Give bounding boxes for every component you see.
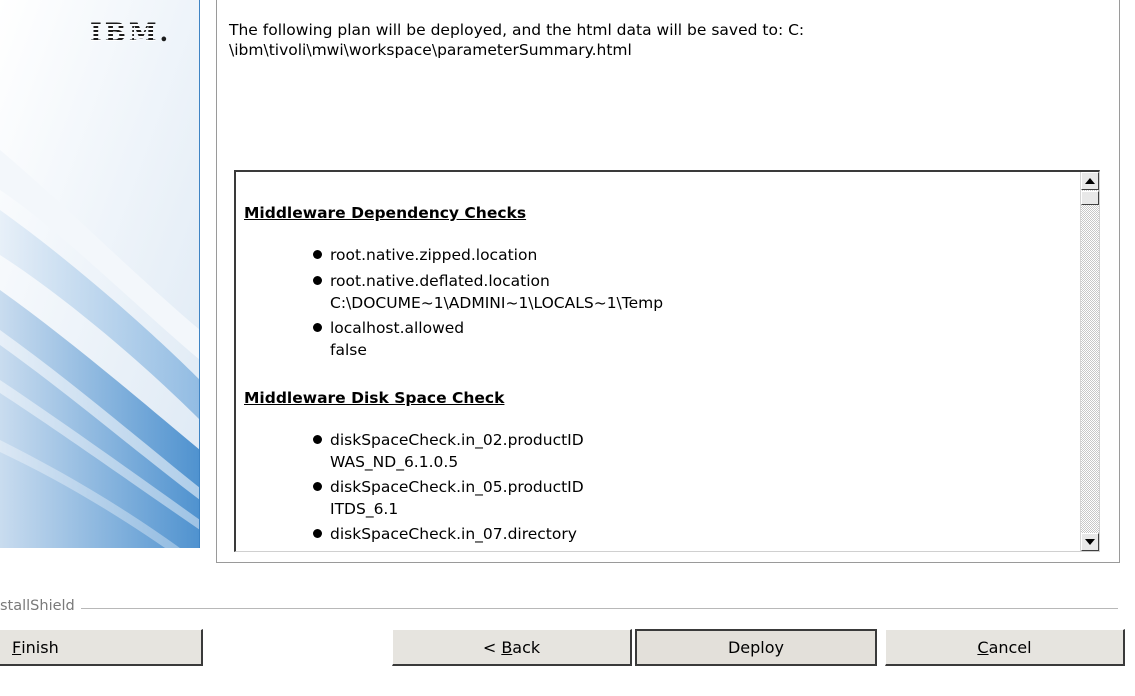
section-title-dependency-checks: Middleware Dependency Checks	[244, 204, 527, 222]
finish-label: inish	[21, 637, 59, 657]
param-name: diskSpaceCheck.in_05.productID	[330, 478, 584, 496]
parameter-summary-content: Middleware Dependency Checks root.native…	[244, 202, 1064, 551]
list-item: root.native.deflated.location C:\DOCUME~…	[313, 268, 1064, 315]
cancel-button[interactable]: Cancel	[885, 629, 1125, 666]
deploy-label: Deploy	[727, 638, 785, 657]
left-banner: IBM.	[0, 0, 200, 548]
arrow-down-icon	[1085, 539, 1095, 545]
param-name: root.native.deflated.location	[330, 272, 550, 290]
cancel-mnemonic: C	[977, 637, 989, 657]
installshield-label: stallShield	[0, 598, 81, 614]
section-title-disk-space-check: Middleware Disk Space Check	[244, 389, 505, 407]
installshield-separator	[0, 608, 1118, 609]
finish-button[interactable]: Finish	[0, 629, 203, 666]
list-item: diskSpaceCheck.in_07.directory	[313, 521, 1064, 547]
back-prefix: <	[482, 637, 502, 657]
cancel-label: ancel	[988, 637, 1032, 657]
vertical-scrollbar[interactable]	[1080, 172, 1099, 551]
list-item: diskSpaceCheck.in_02.productID WAS_ND_6.…	[313, 427, 1064, 474]
list-item: root.native.zipped.location	[313, 242, 1064, 268]
deploy-button[interactable]: Deploy	[635, 629, 877, 666]
param-name: diskSpaceCheck.in_02.productID	[330, 431, 584, 449]
param-value: C:\DOCUME~1\ADMINI~1\LOCALS~1\Temp	[330, 294, 664, 312]
param-name: root.native.zipped.location	[330, 246, 538, 264]
list-item: diskSpaceCheck.in_05.productID ITDS_6.1	[313, 474, 1064, 521]
deploy-plan-intro-text: The following plan will be deployed, and…	[229, 21, 805, 59]
finish-mnemonic: F	[12, 637, 22, 657]
back-label: ack	[512, 637, 541, 657]
param-value: ITDS_6.1	[330, 500, 399, 518]
list-item: localhost.allowed false	[313, 315, 1064, 362]
banner-swoosh-graphic	[0, 0, 200, 548]
param-name: localhost.allowed	[330, 319, 465, 337]
back-button[interactable]: < Back	[392, 629, 632, 666]
scroll-up-button[interactable]	[1081, 172, 1099, 190]
arrow-up-icon	[1085, 178, 1095, 184]
dependency-checks-list: root.native.zipped.location root.native.…	[244, 242, 1064, 362]
ibm-logo: IBM.	[90, 18, 172, 47]
param-value: WAS_ND_6.1.0.5	[330, 453, 459, 471]
disk-space-check-list: diskSpaceCheck.in_02.productID WAS_ND_6.…	[244, 427, 1064, 547]
scroll-thumb[interactable]	[1081, 191, 1099, 205]
scroll-down-button[interactable]	[1081, 533, 1099, 551]
param-value: false	[330, 341, 367, 359]
parameter-summary-box: Middleware Dependency Checks root.native…	[234, 170, 1100, 552]
back-mnemonic: B	[501, 637, 513, 657]
param-name: diskSpaceCheck.in_07.directory	[330, 525, 577, 543]
